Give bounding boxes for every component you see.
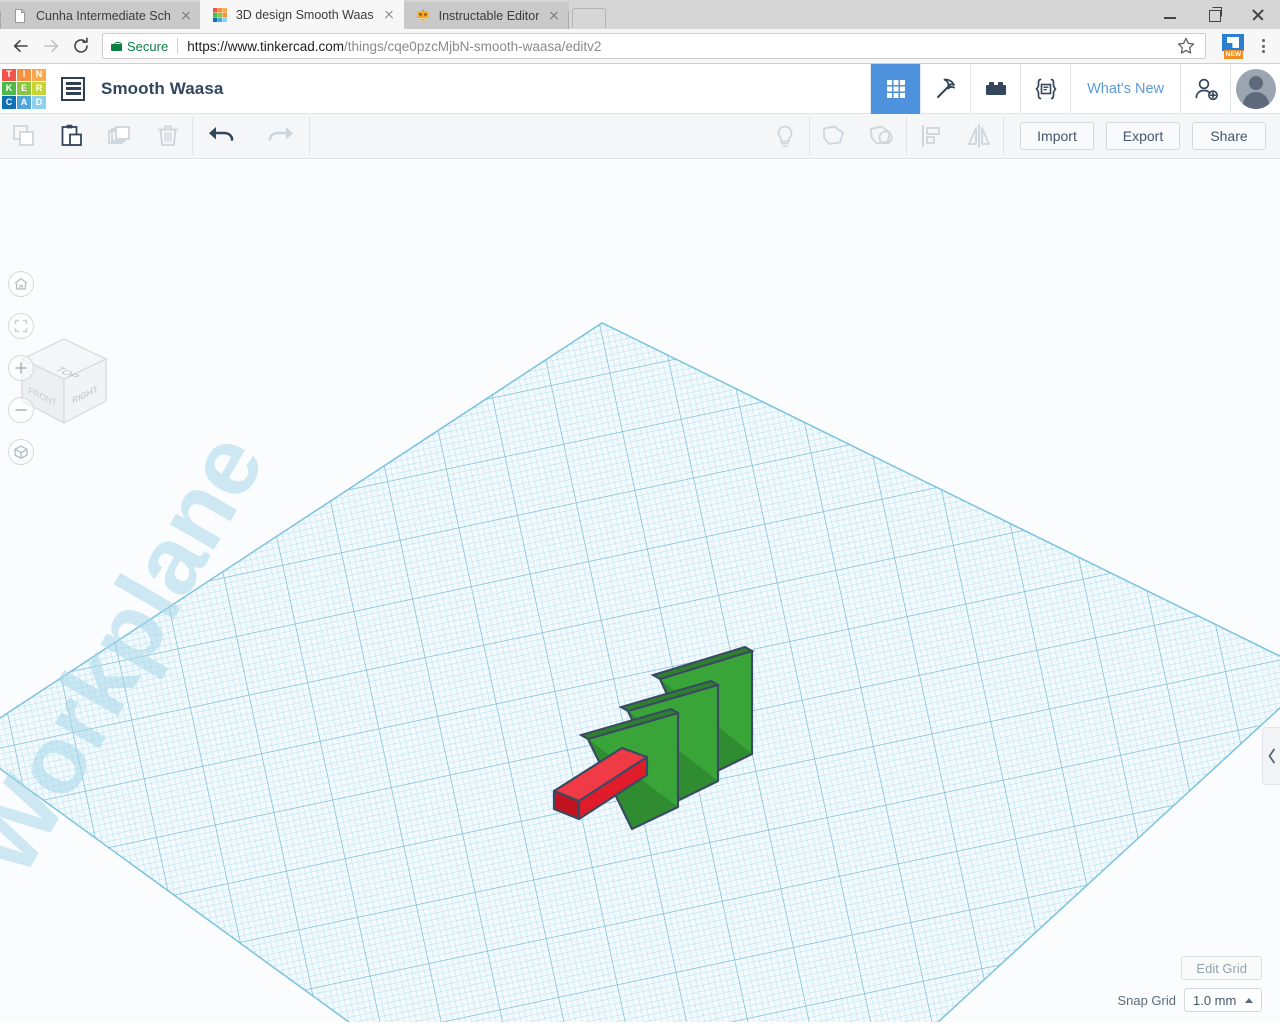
design-canvas[interactable]: Workplane TOP FRONT RIGHT Edit Grid Snap… <box>0 159 1280 1022</box>
new-tab-button[interactable] <box>572 8 607 28</box>
mirror-icon[interactable] <box>955 114 1003 159</box>
clipboard-tools <box>0 114 192 159</box>
paste-button[interactable] <box>48 114 96 159</box>
logo-tile-r: R <box>32 82 46 95</box>
divider <box>309 117 310 155</box>
ortho-perspective-toggle[interactable] <box>8 439 34 465</box>
header-actions: What's New <box>870 63 1280 114</box>
lego-brick-icon[interactable] <box>970 63 1020 114</box>
star-icon[interactable] <box>1175 35 1197 57</box>
duplicate-button[interactable] <box>96 114 144 159</box>
tab-title: 3D design Smooth Waas <box>235 7 374 22</box>
tab-title: Cunha Intermediate Sch <box>36 8 171 23</box>
kebab-menu-icon[interactable] <box>1252 33 1274 59</box>
reload-icon[interactable] <box>66 31 96 61</box>
extension-icon[interactable]: NEW <box>1220 33 1246 59</box>
browser-navigation-bar: Secure https://www.tinkercad.com/things/… <box>0 29 1280 64</box>
grid-designs-icon[interactable] <box>870 63 921 114</box>
close-icon[interactable] <box>1236 0 1280 29</box>
workplane-light-icon[interactable] <box>761 114 809 159</box>
list-menu-icon[interactable] <box>61 76 85 101</box>
restore-icon[interactable] <box>1192 0 1236 29</box>
home-view-button[interactable] <box>8 271 34 297</box>
address-bar[interactable]: Secure https://www.tinkercad.com/things/… <box>102 33 1206 59</box>
right-tools: Import Export Share <box>761 114 1280 159</box>
redo-button[interactable] <box>251 114 309 159</box>
edit-toolbar: Import Export Share <box>0 114 1280 159</box>
logo-tile-d: D <box>32 95 46 109</box>
collapse-panel-chevron-icon[interactable] <box>1262 727 1280 785</box>
close-icon[interactable] <box>545 7 563 25</box>
tabstrip: Cunha Intermediate Sch 3D design Smooth … <box>0 0 607 29</box>
logo-tile-n: N <box>32 68 46 82</box>
divider <box>1003 117 1004 155</box>
share-button[interactable]: Share <box>1192 122 1266 150</box>
extension-glyph <box>1222 34 1244 51</box>
align-icon[interactable] <box>907 114 955 159</box>
ungroup-icon[interactable] <box>858 114 906 159</box>
lock-icon <box>111 41 122 51</box>
forward-arrow-icon <box>36 31 66 61</box>
tinkercad-icon <box>212 7 228 23</box>
chevron-up-icon <box>1245 997 1253 1003</box>
snap-grid-select[interactable]: 1.0 mm <box>1184 988 1262 1012</box>
logo-tile-k: K <box>2 82 16 95</box>
model-group[interactable] <box>540 629 800 839</box>
history-tools <box>193 114 309 159</box>
back-arrow-icon[interactable] <box>6 31 36 61</box>
logo-tile-t: T <box>2 68 16 82</box>
close-icon[interactable] <box>380 6 398 24</box>
window-controls <box>1148 0 1280 29</box>
copy-button[interactable] <box>0 114 48 159</box>
zoom-in-button[interactable] <box>8 355 34 381</box>
browser-tabstrip-bar: Cunha Intermediate Sch 3D design Smooth … <box>0 0 1280 29</box>
tinkercad-logo[interactable]: T I N K E R C A D <box>2 68 46 109</box>
divider <box>177 38 179 54</box>
delete-button[interactable] <box>144 114 192 159</box>
group-icon[interactable] <box>810 114 858 159</box>
avatar-image <box>1235 68 1276 109</box>
logo-tile-c: C <box>2 95 16 109</box>
snap-grid-value: 1.0 mm <box>1193 992 1237 1008</box>
snap-grid-row: Snap Grid 1.0 mm <box>1117 988 1262 1012</box>
minimize-icon[interactable] <box>1148 0 1192 29</box>
logo-tile-e: E <box>17 82 31 95</box>
tab-title: Instructable Editor <box>438 8 540 23</box>
fit-to-view-button[interactable] <box>8 313 34 339</box>
snap-grid-label: Snap Grid <box>1117 992 1176 1008</box>
avatar[interactable] <box>1230 63 1280 114</box>
edit-grid-button[interactable]: Edit Grid <box>1181 956 1262 980</box>
codeblocks-icon[interactable] <box>1020 63 1070 114</box>
import-button[interactable]: Import <box>1020 122 1094 150</box>
browser-tab-3[interactable]: Instructable Editor <box>402 2 570 29</box>
logo-tile-a: A <box>17 95 31 109</box>
add-person-icon[interactable] <box>1180 63 1230 114</box>
page-icon <box>12 8 28 24</box>
minecraft-pickaxe-icon[interactable] <box>920 63 970 114</box>
logo-tile-i: I <box>17 68 31 82</box>
security-label: Secure <box>127 38 169 54</box>
browser-tab-2[interactable]: 3D design Smooth Waas <box>199 0 404 29</box>
extension-new-badge: NEW <box>1224 50 1243 59</box>
whats-new-link[interactable]: What's New <box>1070 63 1180 114</box>
url-domain: https://www.tinkercad.com <box>187 38 345 54</box>
undo-button[interactable] <box>193 114 251 159</box>
browser-tab-1[interactable]: Cunha Intermediate Sch <box>0 2 201 29</box>
export-button[interactable]: Export <box>1106 122 1180 150</box>
page-title: Smooth Waasa <box>101 78 224 98</box>
instructables-robot-icon <box>415 8 431 24</box>
close-icon[interactable] <box>177 7 195 25</box>
zoom-out-button[interactable] <box>8 397 34 423</box>
url-path: /things/cqe0pzcMjbN-smooth-waasa/editv2 <box>344 38 602 54</box>
tinkercad-header: T I N K E R C A D Smooth Waasa What's Ne… <box>0 63 1280 114</box>
